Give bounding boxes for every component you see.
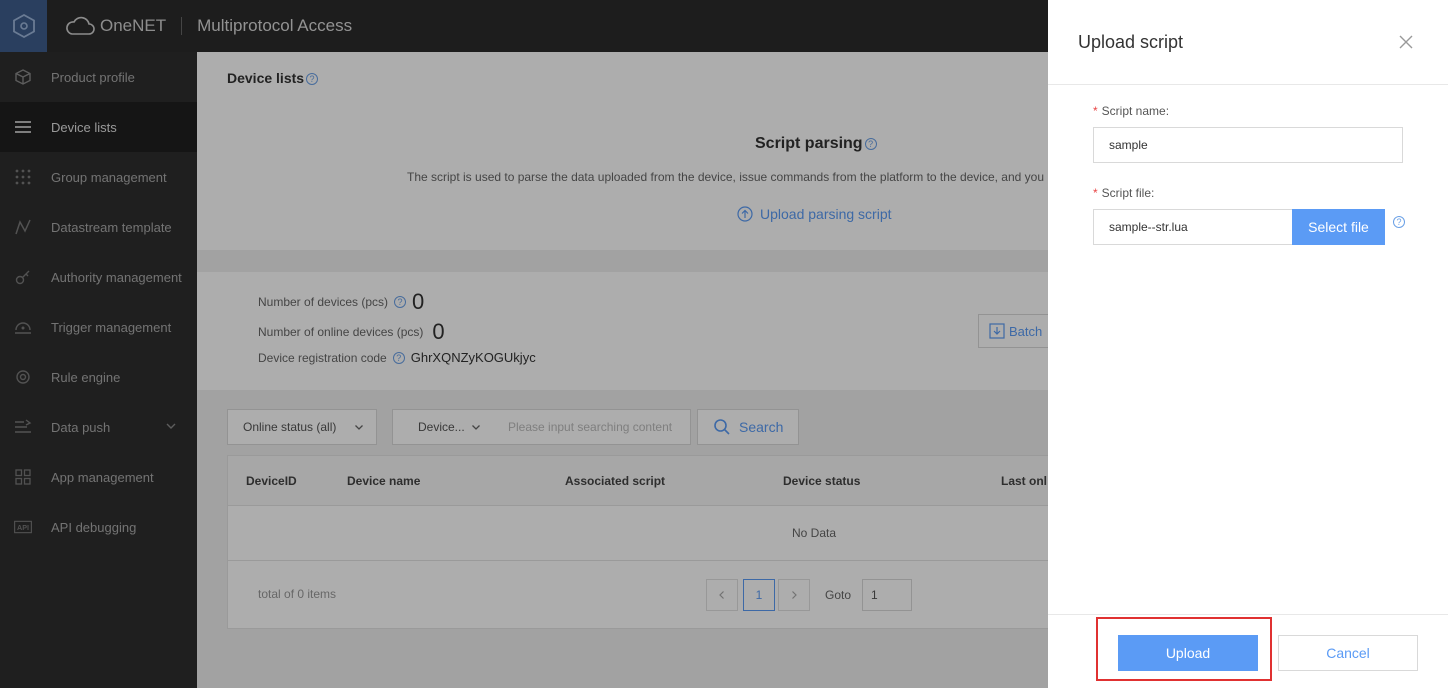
script-name-label: * Script name: xyxy=(1093,104,1170,118)
close-icon[interactable] xyxy=(1398,34,1414,50)
script-file-input[interactable]: sample--str.lua xyxy=(1093,209,1293,245)
select-file-button[interactable]: Select file xyxy=(1292,209,1385,245)
drawer-title: Upload script xyxy=(1078,32,1184,52)
script-name-input[interactable]: sample xyxy=(1093,127,1403,163)
upload-script-drawer: Upload script * Script name: sample * Scri… xyxy=(1048,0,1448,688)
drawer-footer xyxy=(1048,614,1448,615)
drawer-header: Upload script xyxy=(1048,0,1448,85)
upload-button-highlight xyxy=(1096,617,1272,681)
help-icon[interactable]: ? xyxy=(1393,216,1405,228)
cancel-button[interactable]: Cancel xyxy=(1278,635,1418,671)
script-file-label: * Script file: xyxy=(1093,186,1155,200)
